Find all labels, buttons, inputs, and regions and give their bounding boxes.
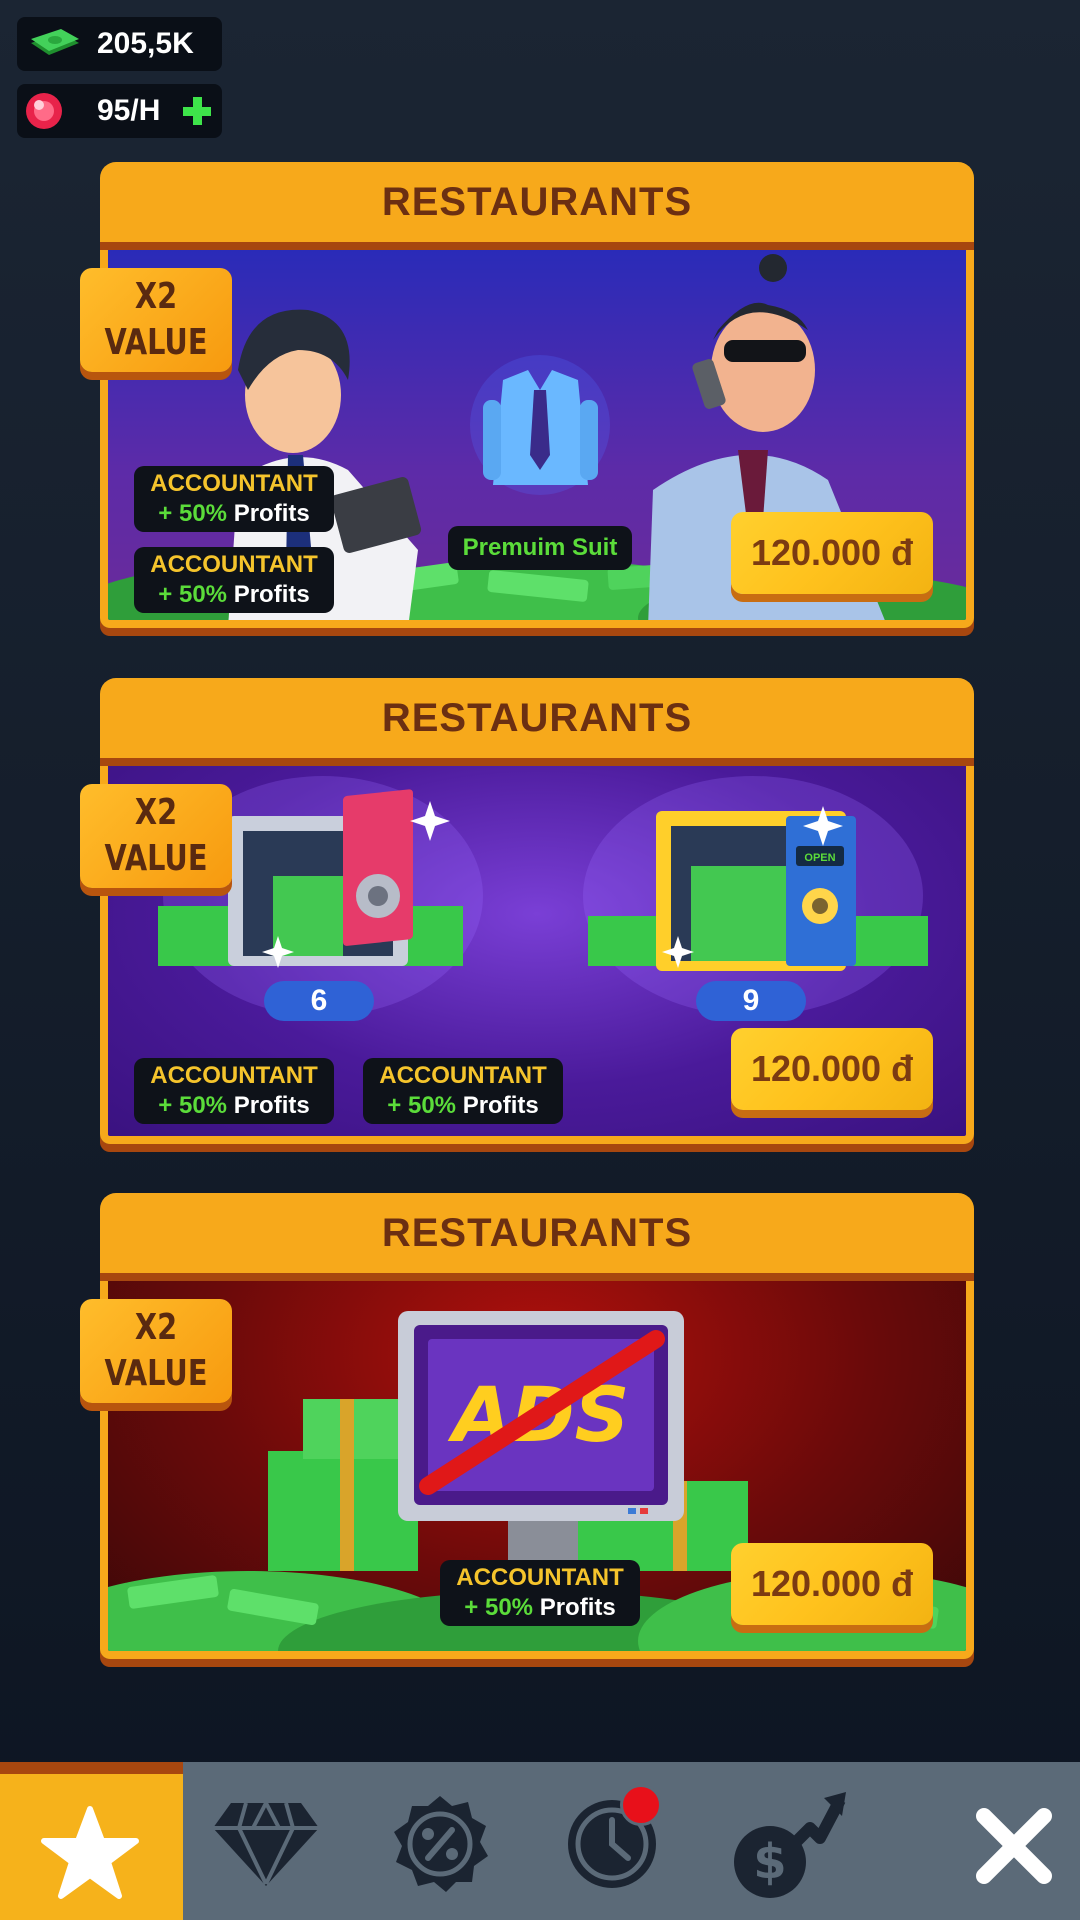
badge-line2: VALUE xyxy=(104,1353,208,1394)
perk-suffix: Profits xyxy=(462,1092,539,1119)
perk-suffix: Profits xyxy=(233,500,310,527)
safe-count-badge-2: 9 xyxy=(696,981,806,1021)
perk-bonus-line: + 50% Profits xyxy=(134,580,334,610)
perk-title: ACCOUNTANT xyxy=(150,1062,318,1089)
gem-rate-counter: 95/H xyxy=(17,84,222,138)
perk-tag-2: ACCOUNTANT + 50% Profits xyxy=(363,1058,563,1124)
perk-bonus: + 50% xyxy=(464,1594,534,1621)
safe-open-sign: OPEN xyxy=(804,852,835,864)
offer-card-title: RESTAURANTS xyxy=(381,696,693,740)
bottom-nav-bar: $ xyxy=(0,1762,1080,1920)
diamond-icon xyxy=(213,1802,319,1886)
add-gems-button[interactable] xyxy=(181,95,213,127)
tab-timed-offers[interactable] xyxy=(528,1762,698,1920)
badge-line1: X2 xyxy=(134,1307,178,1348)
buy-price-button[interactable]: 120.000 đ xyxy=(731,512,933,594)
cash-value: 205,5K xyxy=(97,27,194,60)
offer-card-header: RESTAURANTS xyxy=(100,162,974,250)
perk-bonus: + 50% xyxy=(158,500,228,527)
price-label: 120.000 đ xyxy=(750,1048,914,1089)
perk-title: ACCOUNTANT xyxy=(456,1564,624,1591)
badge-line2: VALUE xyxy=(104,322,208,363)
perk-bonus-line: + 50% Profits xyxy=(440,1593,640,1623)
offer-card-3: RESTAURANTS ADS xyxy=(80,1193,974,1659)
notification-dot xyxy=(620,1784,662,1826)
price-label: 120.000 đ xyxy=(750,1563,914,1604)
perk-tag-2: ACCOUNTANT + 50% Profits xyxy=(134,547,334,613)
tab-featured[interactable] xyxy=(0,1762,183,1920)
star-icon xyxy=(41,1806,139,1899)
cash-icon xyxy=(27,29,83,66)
plus-icon xyxy=(183,97,211,125)
perk-suffix: Profits xyxy=(539,1594,616,1621)
offer-card-1: RESTAURANTS ACCOUNTANT + 50% Profits ACC… xyxy=(80,162,974,628)
x2-value-badge: X2 VALUE xyxy=(80,268,232,372)
offer-card-title: RESTAURANTS xyxy=(381,1211,693,1255)
perk-tag-1: ACCOUNTANT + 50% Profits xyxy=(134,466,334,532)
tab-investments[interactable]: $ xyxy=(698,1762,888,1920)
close-button[interactable] xyxy=(930,1762,1080,1920)
safe-count-badge-1: 6 xyxy=(264,981,374,1021)
svg-text:$: $ xyxy=(753,1834,786,1890)
offer-card-2: RESTAURANTS OPEN 6 9 ACCOUNTANT + 50% Pr… xyxy=(80,678,974,1144)
perk-suffix: Profits xyxy=(233,1092,310,1119)
perk-bonus-line: + 50% Profits xyxy=(134,499,334,529)
perk-tag-1: ACCOUNTANT + 50% Profits xyxy=(134,1058,334,1124)
badge-line1: X2 xyxy=(134,276,178,317)
premium-suit-icon xyxy=(470,355,610,495)
badge-line2: VALUE xyxy=(104,838,208,879)
perk-title: ACCOUNTANT xyxy=(379,1062,547,1089)
offer-card-header: RESTAURANTS xyxy=(100,1193,974,1281)
offer-card-header: RESTAURANTS xyxy=(100,678,974,766)
close-icon xyxy=(976,1808,1052,1884)
tab-discounts[interactable] xyxy=(348,1762,528,1920)
price-label: 120.000 đ xyxy=(750,532,914,573)
safe-large-icon xyxy=(583,776,928,1016)
x2-value-badge: X2 VALUE xyxy=(80,784,232,888)
perk-title: ACCOUNTANT xyxy=(150,551,318,578)
perk-bonus-line: + 50% Profits xyxy=(134,1091,334,1121)
x2-value-badge: X2 VALUE xyxy=(80,1299,232,1403)
money-growth-icon: $ xyxy=(734,1792,846,1898)
discount-badge-icon xyxy=(394,1796,488,1892)
perk-bonus: + 50% xyxy=(158,1092,228,1119)
tab-gems[interactable] xyxy=(183,1762,348,1920)
ruby-icon xyxy=(25,92,63,135)
cash-counter: 205,5K xyxy=(17,17,222,71)
perk-bonus-line: + 50% Profits xyxy=(363,1091,563,1121)
buy-price-button[interactable]: 120.000 đ xyxy=(731,1543,933,1625)
perk-tag-1: ACCOUNTANT + 50% Profits xyxy=(440,1560,640,1626)
perk-suffix: Profits xyxy=(233,581,310,608)
offer-card-title: RESTAURANTS xyxy=(381,180,693,224)
perk-bonus: + 50% xyxy=(387,1092,457,1119)
badge-line1: X2 xyxy=(134,792,178,833)
perk-title: ACCOUNTANT xyxy=(150,470,318,497)
perk-bonus: + 50% xyxy=(158,581,228,608)
buy-price-button[interactable]: 120.000 đ xyxy=(731,1028,933,1110)
item-label: Premuim Suit xyxy=(448,526,632,570)
gem-rate-value: 95/H xyxy=(97,94,161,127)
